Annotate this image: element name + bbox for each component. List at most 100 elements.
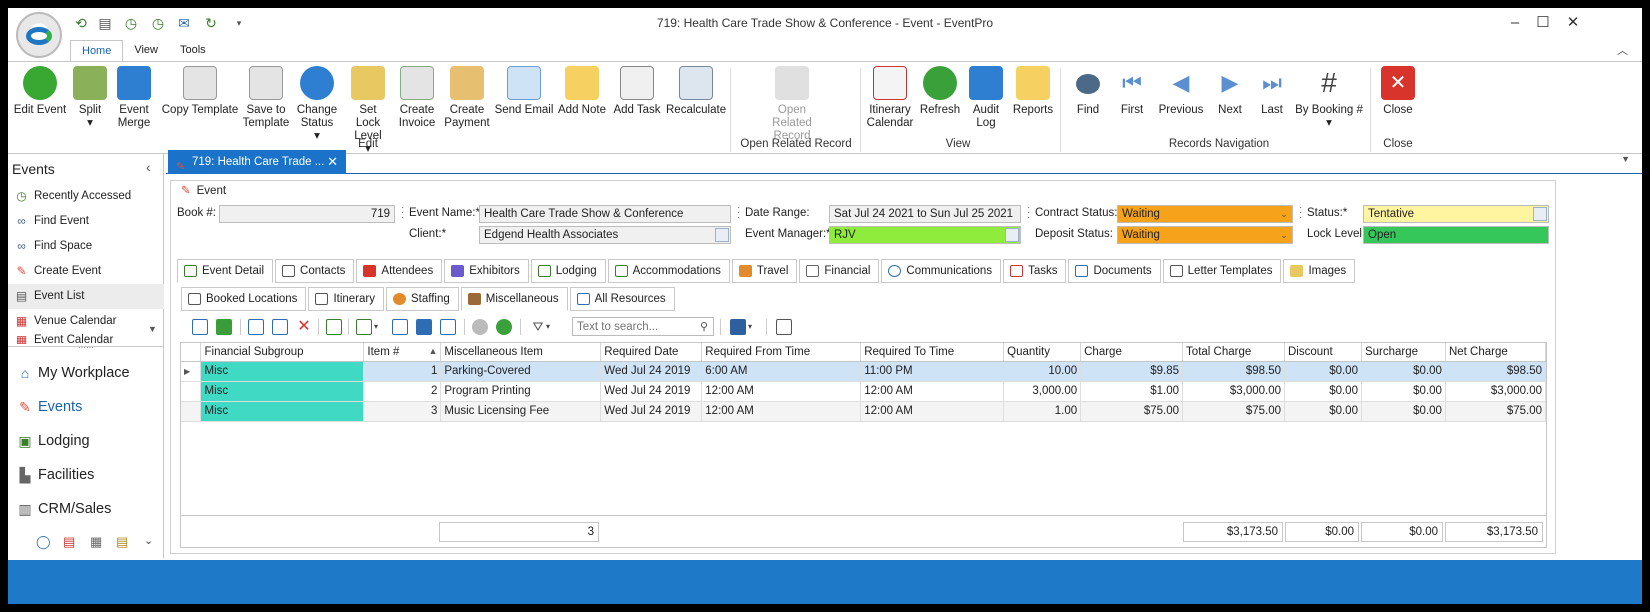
status-field[interactable]: Tentative [1363,205,1549,223]
client-lookup-icon[interactable] [715,228,729,242]
col-required-from-time[interactable]: Required From Time [701,343,862,362]
cell-miscellaneous-item[interactable]: Program Printing [440,381,602,402]
delete-icon[interactable]: ✕ [296,319,312,335]
cell-financial-subgroup[interactable]: Misc [200,381,365,402]
cell-required-to-time[interactable]: 11:00 PM [860,361,1005,382]
first-button[interactable]: ⏮ First [1112,66,1152,117]
chevron-down-icon[interactable]: ▾ [546,319,562,335]
col-financial-subgroup[interactable]: Financial Subgroup [200,343,365,362]
tab-event-detail[interactable]: Event Detail [177,259,274,283]
reports-button[interactable]: Reports [1010,66,1056,117]
col-net-charge[interactable]: Net Charge [1445,343,1547,362]
document-menu-icon[interactable]: ▼ [1621,154,1630,164]
client-field[interactable]: Edgend Health Associates [479,226,731,244]
save-icon[interactable] [730,319,746,335]
cell-required-from-time[interactable]: 12:00 AM [701,401,862,422]
nav-item-event-list[interactable]: ▤ Event List [8,284,164,309]
nav-section-facilities[interactable]: ▙ Facilities [8,458,164,492]
nav-item-find-space[interactable]: ∞ Find Space [8,234,164,259]
tab-contacts[interactable]: Contacts [275,259,355,283]
confirm-icon[interactable] [496,319,512,335]
tab-images[interactable]: Images [1283,259,1356,283]
lock-level-field[interactable]: Open [1363,226,1549,244]
col-quantity[interactable]: Quantity [1003,343,1082,362]
tab-exhibitors[interactable]: Exhibitors [444,259,529,283]
add-task-button[interactable]: Add Task [612,66,662,117]
col-required-to-time[interactable]: Required To Time [860,343,1005,362]
nav-item-find-event[interactable]: ∞ Find Event [8,209,164,234]
col-required-date[interactable]: Required Date [600,343,703,362]
cell-required-from-time[interactable]: 6:00 AM [701,361,862,382]
add-note-button[interactable]: Add Note [556,66,608,117]
cell-required-date[interactable]: Wed Jul 24 2019 [600,381,703,402]
details-icon[interactable] [416,319,432,335]
cell-item-number[interactable]: 2 [363,381,442,402]
book-number-field[interactable]: 719 [219,205,395,223]
subtab-all-resources[interactable]: All Resources [569,287,675,311]
nav-section-lodging[interactable]: ▣ Lodging [8,424,164,458]
cell-required-to-time[interactable]: 12:00 AM [860,401,1005,422]
status-lookup-icon[interactable] [1533,207,1547,221]
more-options-icon[interactable]: ⌄ [144,534,153,547]
ribbon-tab-tools[interactable]: Tools [169,40,217,62]
cell-financial-subgroup[interactable]: Misc [200,361,365,382]
event-name-field[interactable]: Health Care Trade Show & Conference [479,205,731,223]
event-manager-field[interactable]: RJV [829,226,1021,244]
save-to-template-button[interactable]: Save to Template [242,66,290,130]
edit-icon[interactable] [248,319,264,335]
nav-collapse-icon[interactable]: ‹ [146,159,151,175]
create-invoice-button[interactable]: Create Invoice [394,66,440,130]
chevron-down-icon[interactable]: ▾ [748,319,764,335]
cell-total-charge[interactable]: $75.00 [1182,401,1285,422]
col-discount[interactable]: Discount [1284,343,1362,362]
cell-miscellaneous-item[interactable]: Music Licensing Fee [440,401,602,422]
table-row[interactable]: Misc 3 Music Licensing Fee Wed Jul 24 20… [181,401,1547,422]
cell-net-charge[interactable]: $98.50 [1445,361,1547,382]
chevron-down-icon[interactable]: ⌄ [1277,207,1291,221]
nav-item-create-event[interactable]: ✎ Create Event [8,259,164,284]
contract-status-select[interactable]: Waiting ⌄ [1117,205,1293,223]
tab-communications[interactable]: Communications [881,259,1002,283]
nav-scroll-down-icon[interactable]: ▼ [148,324,157,334]
cell-required-date[interactable]: Wed Jul 24 2019 [600,361,703,382]
tab-accommodations[interactable]: Accommodations [607,259,730,283]
ribbon-collapse-icon[interactable]: ︿ [1617,42,1628,58]
chevron-down-icon[interactable]: ⌄ [1277,228,1291,242]
by-booking-button[interactable]: # By Booking # ▾ [1294,66,1364,130]
cell-net-charge[interactable]: $75.00 [1445,401,1547,422]
cell-required-to-time[interactable]: 12:00 AM [860,381,1005,402]
clipboard-icon[interactable]: ▤ [116,534,128,550]
cell-surcharge[interactable]: $0.00 [1361,361,1446,382]
nav-splitter[interactable]: ······ [8,344,164,352]
col-total-charge[interactable]: Total Charge [1182,343,1285,362]
cell-surcharge[interactable]: $0.00 [1361,401,1446,422]
cell-total-charge[interactable]: $98.50 [1182,361,1285,382]
subtab-booked-locations[interactable]: Booked Locations [181,287,307,311]
tab-attendees[interactable]: Attendees [356,259,443,283]
copy-template-button[interactable]: Copy Template [158,66,242,117]
open-related-record-button[interactable]: Open Related Record [752,66,832,143]
cell-item-number[interactable]: 3 [363,401,442,422]
col-surcharge[interactable]: Surcharge [1361,343,1446,362]
cell-required-date[interactable]: Wed Jul 24 2019 [600,401,703,422]
close-button[interactable]: ✕ Close [1376,66,1420,117]
cell-charge[interactable]: $9.85 [1080,361,1184,382]
calculator-icon[interactable]: ▦ [90,534,102,550]
tab-letter-templates[interactable]: Letter Templates [1162,259,1282,283]
split-button[interactable]: Split ▾ [70,66,110,130]
edit-event-button[interactable]: Edit Event [12,66,68,117]
close-tab-icon[interactable]: ✕ [327,150,338,174]
search-icon[interactable]: ⚲ [696,320,712,336]
tab-travel[interactable]: Travel [731,259,798,283]
cell-surcharge[interactable]: $0.00 [1361,381,1446,402]
new-icon[interactable] [192,319,208,335]
tab-lodging[interactable]: Lodging [530,259,606,283]
edit-grid-icon[interactable] [272,319,288,335]
tab-documents[interactable]: Documents [1068,259,1161,283]
audit-log-button[interactable]: Audit Log [968,66,1004,130]
cell-quantity[interactable]: 3,000.00 [1003,381,1082,402]
deposit-status-select[interactable]: Waiting ⌄ [1117,226,1293,244]
col-miscellaneous-item[interactable]: Miscellaneous Item [440,343,602,362]
close-window-button[interactable]: ✕ [1558,12,1588,34]
cell-total-charge[interactable]: $3,000.00 [1182,381,1285,402]
